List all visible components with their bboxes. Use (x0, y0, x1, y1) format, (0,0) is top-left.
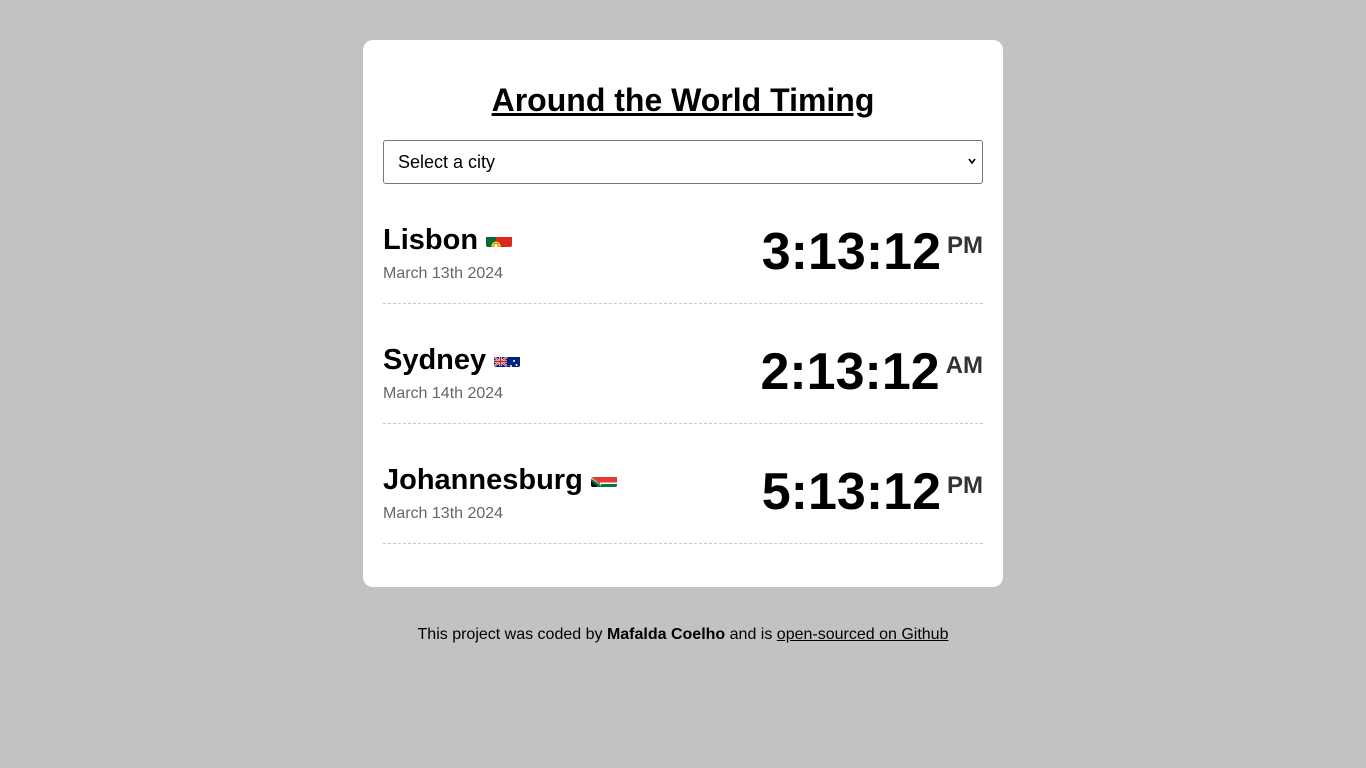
city-row-sydney: Sydney March 14th 2024 2:13:12 AM (383, 304, 983, 424)
footer: This project was coded by Mafalda Coelho… (0, 625, 1366, 645)
city-ampm: PM (947, 472, 983, 499)
city-name: Johannesburg (383, 464, 583, 496)
australia-flag-icon (494, 349, 521, 368)
city-ampm: PM (947, 232, 983, 259)
city-select-value: Select a city (398, 152, 496, 172)
city-select[interactable]: Select a city (383, 140, 983, 184)
main-card: Around the World Timing Select a city Li… (363, 40, 1003, 587)
page-title: Around the World Timing (491, 82, 875, 118)
footer-author: Mafalda Coelho (606, 626, 726, 643)
city-row-johannesburg: Johannesburg March 13th 2024 5:13:12 PM (383, 424, 983, 544)
city-time: 3:13:12 (761, 223, 941, 281)
footer-prefix: This project was coded by (417, 626, 603, 643)
city-ampm: AM (945, 352, 983, 379)
portugal-flag-icon (486, 229, 513, 248)
city-date: March 13th 2024 (383, 505, 504, 522)
footer-middle: and is (729, 626, 773, 643)
city-row-lisbon: Lisbon March 13th 2024 3:13:12 PM (383, 184, 983, 304)
city-date: March 14th 2024 (383, 385, 504, 402)
south-africa-flag-icon (590, 469, 617, 488)
city-date: March 13th 2024 (383, 265, 504, 282)
chevron-down-icon (968, 158, 976, 165)
city-name: Lisbon (383, 224, 479, 256)
city-time: 2:13:12 (760, 343, 940, 401)
city-time: 5:13:12 (761, 463, 941, 521)
city-name: Sydney (383, 344, 487, 376)
github-link[interactable]: open-sourced on Github (777, 626, 949, 643)
